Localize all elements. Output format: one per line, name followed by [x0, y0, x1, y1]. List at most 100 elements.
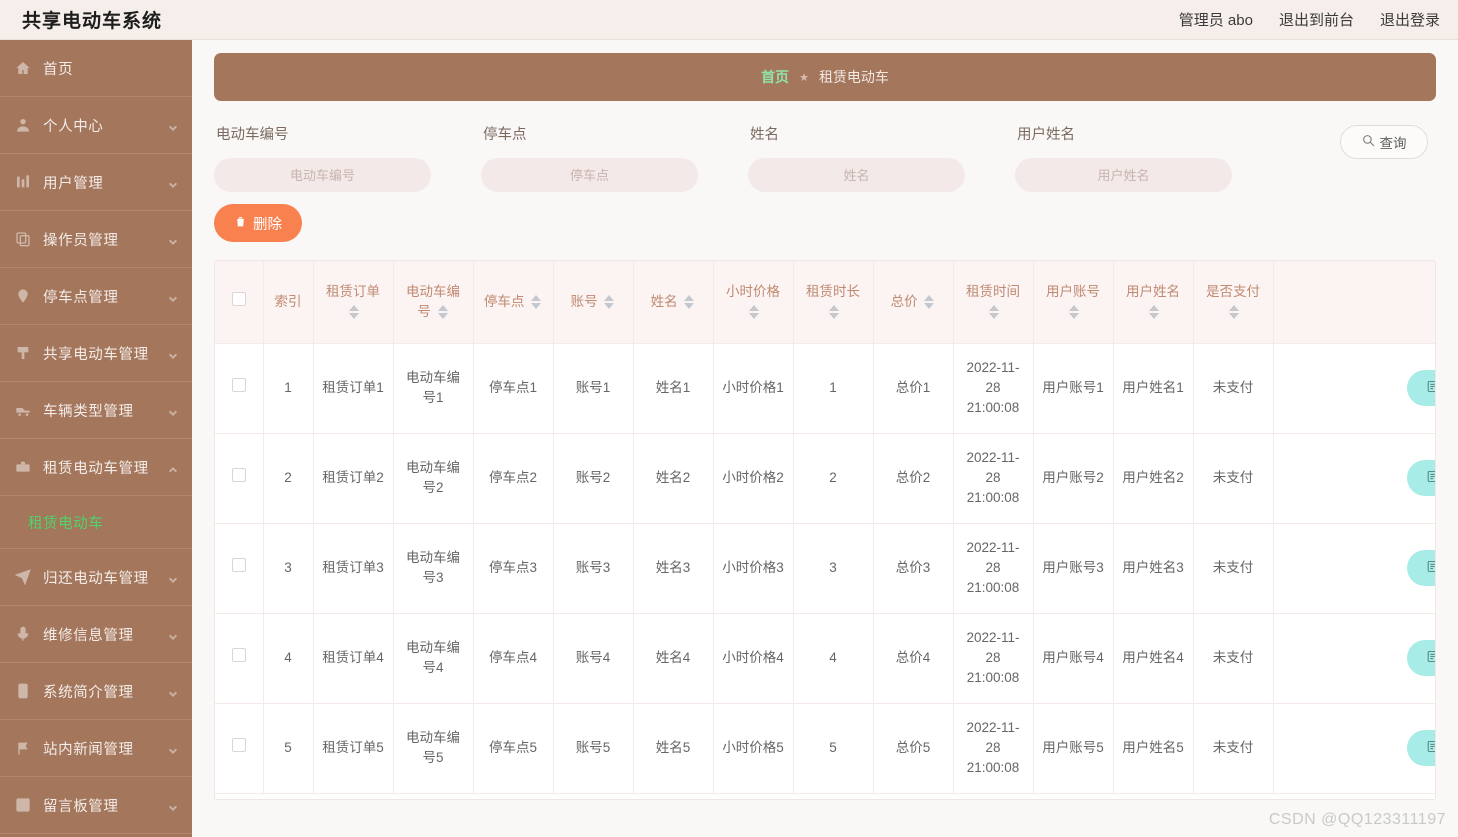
chevron-down-icon: [168, 348, 178, 359]
sort-icon[interactable]: [437, 304, 449, 320]
sort-icon[interactable]: [684, 294, 695, 310]
col-name[interactable]: 姓名: [633, 261, 714, 344]
table-row[interactable]: 4 租赁订单4 电动车编号4 停车点4 账号4 姓名4 小时价格4 4 总价4 …: [215, 613, 1435, 704]
mic-icon: [14, 625, 32, 643]
sort-icon[interactable]: [829, 304, 840, 320]
field-label: 停车点: [483, 127, 527, 143]
row-checkbox[interactable]: [231, 737, 246, 752]
sort-icon[interactable]: [989, 304, 1000, 320]
col-total[interactable]: 总价: [873, 261, 954, 344]
search-input-user-name[interactable]: [1015, 158, 1232, 192]
sidebar-label: 租赁电动车管理: [43, 460, 149, 477]
sort-icon[interactable]: [1069, 304, 1080, 320]
detail-button[interactable]: 详情: [1407, 730, 1435, 766]
col-parking[interactable]: 停车点: [473, 261, 554, 344]
sidebar-item-parking-management[interactable]: 停车点管理: [0, 268, 192, 325]
cell-name: 姓名4: [633, 613, 714, 704]
exit-to-frontend-link[interactable]: 退出到前台: [1279, 9, 1354, 30]
sidebar-item-operator-management[interactable]: 操作员管理: [0, 211, 192, 268]
cell-bike-no: 电动车编号3: [393, 523, 474, 614]
chart-icon: [14, 173, 32, 191]
search-button-label: 查询: [1379, 136, 1407, 151]
col-hour-price[interactable]: 小时价格: [713, 261, 794, 344]
col-user-name[interactable]: 用户姓名: [1113, 261, 1194, 344]
delete-button[interactable]: 删除: [214, 204, 302, 242]
sort-icon[interactable]: [1229, 304, 1240, 320]
chevron-down-icon: [168, 743, 178, 754]
delete-button-label: 删除: [253, 216, 282, 233]
cell-name: 姓名2: [633, 433, 714, 524]
row-checkbox[interactable]: [231, 557, 246, 572]
sort-icon[interactable]: [531, 294, 542, 310]
checkbox-icon: [14, 796, 32, 814]
col-duration[interactable]: 租赁时长: [793, 261, 874, 344]
sidebar-item-vehicle-type-management[interactable]: 车辆类型管理: [0, 382, 192, 439]
sidebar-item-home[interactable]: 首页: [0, 40, 192, 97]
sidebar-label: 首页: [43, 61, 74, 78]
detail-button[interactable]: 详情: [1407, 460, 1435, 496]
home-icon: [14, 59, 32, 77]
table-row[interactable]: 2 租赁订单2 电动车编号2 停车点2 账号2 姓名2 小时价格2 2 总价2 …: [215, 433, 1435, 524]
search-input-name[interactable]: [748, 158, 965, 192]
cell-rent-time: 2022-11-28 21:00:08: [953, 523, 1034, 614]
sidebar-item-shared-scooter-management[interactable]: 共享电动车管理: [0, 325, 192, 382]
data-table-container: 索引 租赁订单 电动车编号 停车点 账号 姓名 小时价格 租赁时长 总价 租赁时…: [214, 260, 1436, 800]
logout-link[interactable]: 退出登录: [1380, 9, 1440, 30]
sidebar-item-rental-scooter-management[interactable]: 租赁电动车管理: [0, 439, 192, 496]
select-all-header: [215, 261, 264, 344]
cell-user-account: 用户账号2: [1033, 433, 1114, 524]
document-icon: [1426, 468, 1435, 489]
sort-icon[interactable]: [1149, 304, 1160, 320]
col-paid[interactable]: 是否支付: [1193, 261, 1274, 344]
sidebar-item-user-management[interactable]: 用户管理: [0, 154, 192, 211]
sidebar-item-message-board-management[interactable]: 留言板管理: [0, 777, 192, 834]
sidebar-item-maintenance-management[interactable]: 维修信息管理: [0, 606, 192, 663]
cell-bike-no: 电动车编号4: [393, 613, 474, 704]
sidebar-label: 用户管理: [43, 175, 104, 192]
breadcrumb-home[interactable]: 首页: [761, 67, 789, 87]
cell-hour-price: 小时价格5: [713, 703, 794, 794]
watermark: CSDN @QQ123311197: [1268, 811, 1446, 828]
sidebar-item-personal-center[interactable]: 个人中心: [0, 97, 192, 154]
chevron-down-icon: [168, 800, 178, 811]
col-account[interactable]: 账号: [553, 261, 634, 344]
sort-icon[interactable]: [604, 294, 615, 310]
cell-account: 账号1: [553, 343, 634, 434]
search-input-bike-no[interactable]: [214, 158, 431, 192]
search-button[interactable]: 查询: [1340, 125, 1428, 159]
sidebar-label: 停车点管理: [43, 289, 119, 306]
document-icon: [1426, 558, 1435, 579]
sidebar-item-news-management[interactable]: 站内新闻管理: [0, 720, 192, 777]
detail-button[interactable]: 详情: [1407, 370, 1435, 406]
sidebar: 首页 个人中心 用户管理 操作员管理 停车点管理 共享电动车管理 车辆类型管理 …: [0, 40, 192, 837]
col-user-account[interactable]: 用户账号: [1033, 261, 1114, 344]
admin-user-label[interactable]: 管理员 abo: [1179, 9, 1253, 30]
sidebar-item-return-scooter-management[interactable]: 归还电动车管理: [0, 549, 192, 606]
select-all-checkbox[interactable]: [231, 291, 246, 306]
user-icon: [14, 116, 32, 134]
col-order[interactable]: 租赁订单: [313, 261, 394, 344]
search-input-parking[interactable]: [481, 158, 698, 192]
detail-button[interactable]: 详情: [1407, 550, 1435, 586]
row-checkbox[interactable]: [231, 377, 246, 392]
sidebar-item-system-intro-management[interactable]: 系统简介管理: [0, 663, 192, 720]
cell-user-account: 用户账号3: [1033, 523, 1114, 614]
scooter-icon: [14, 344, 32, 362]
col-bike-no[interactable]: 电动车编号: [393, 261, 474, 344]
row-checkbox[interactable]: [231, 467, 246, 482]
col-rent-time[interactable]: 租赁时间: [953, 261, 1034, 344]
sort-icon[interactable]: [924, 294, 935, 310]
table-row[interactable]: 5 租赁订单5 电动车编号5 停车点5 账号5 姓名5 小时价格5 5 总价5 …: [215, 703, 1435, 794]
table-row[interactable]: 1 租赁订单1 电动车编号1 停车点1 账号1 姓名1 小时价格1 1 总价1 …: [215, 343, 1435, 434]
cell-user-account: 用户账号5: [1033, 703, 1114, 794]
sidebar-label: 站内新闻管理: [43, 741, 134, 758]
sidebar-subitem-rental-scooter[interactable]: 租赁电动车: [0, 496, 192, 549]
cell-hour-price: 小时价格1: [713, 343, 794, 434]
row-checkbox[interactable]: [231, 647, 246, 662]
detail-button[interactable]: 详情: [1407, 640, 1435, 676]
chevron-down-icon: [168, 120, 178, 131]
sort-icon[interactable]: [349, 304, 360, 320]
sort-icon[interactable]: [749, 304, 760, 320]
table-row[interactable]: 3 租赁订单3 电动车编号3 停车点3 账号3 姓名3 小时价格3 3 总价3 …: [215, 523, 1435, 614]
chevron-down-icon: [168, 291, 178, 302]
